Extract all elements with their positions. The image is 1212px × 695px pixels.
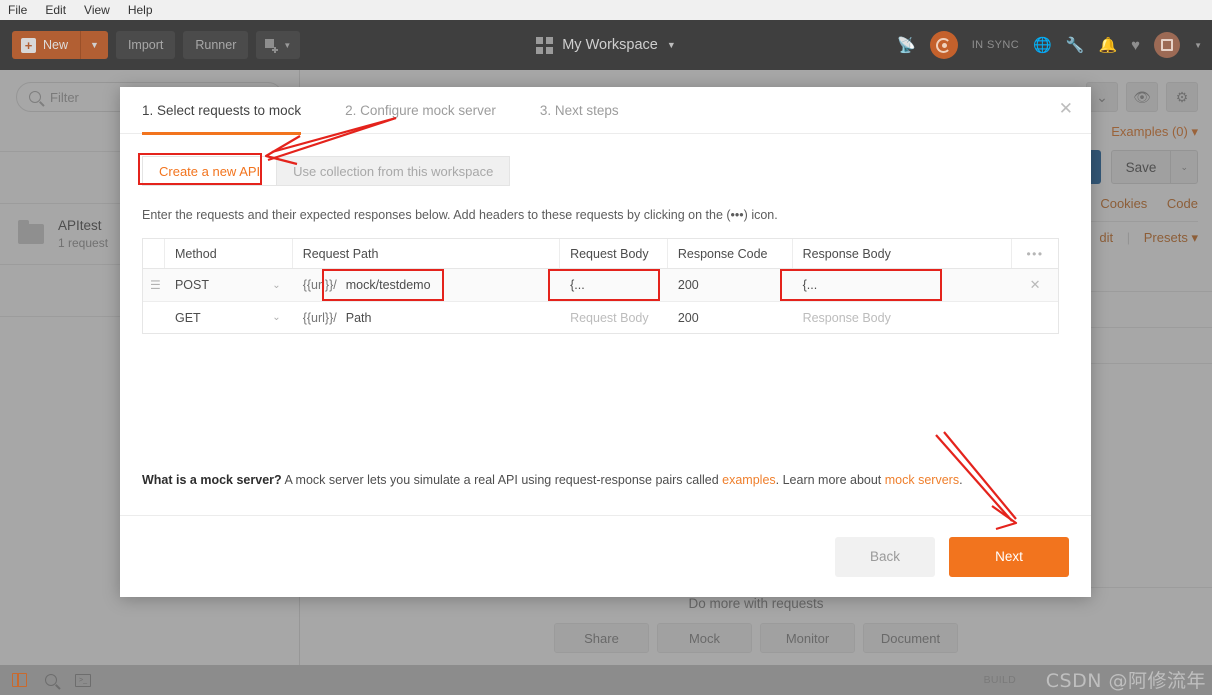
wrench-icon[interactable]: 🔧 [1066, 38, 1085, 53]
search-icon[interactable] [45, 674, 57, 686]
tab-step-3[interactable]: 3. Next steps [540, 87, 619, 134]
top-toolbar: + New ▼ Import Runner ▼ My Workspace ▼ 📡… [0, 20, 1212, 70]
url-prefix: {{url}}/ [302, 310, 337, 325]
dialog-stepper: 1. Select requests to mock 2. Configure … [120, 87, 1091, 135]
dialog-footer: Back Next [120, 515, 1091, 597]
source-toggle: Create a new API Use collection from thi… [142, 156, 1069, 186]
help-text: Enter the requests and their expected re… [142, 208, 778, 222]
mock-info-question: What is a mock server? [142, 473, 282, 487]
method-value: POST [174, 278, 209, 292]
back-button[interactable]: Back [835, 536, 935, 577]
mock-info-text-1: A mock server lets you simulate a real A… [281, 473, 723, 487]
heart-icon[interactable]: ♥ [1131, 38, 1140, 53]
new-window-icon [265, 39, 279, 53]
avatar-icon[interactable] [1154, 32, 1181, 58]
new-window-button[interactable]: ▼ [256, 31, 301, 59]
ellipsis-icon[interactable]: ••• [1012, 239, 1058, 268]
response-body-input[interactable]: {... [793, 269, 1013, 301]
url-prefix: {{url}}/ [302, 278, 337, 292]
method-value: GET [174, 310, 201, 325]
globe-icon[interactable]: 🌐 [1033, 38, 1052, 53]
status-bar-icons: >_ [0, 673, 91, 687]
table-header-request-body: Request Body [560, 239, 668, 268]
close-icon[interactable]: ✕ [1059, 100, 1073, 117]
table-row[interactable]: ☰ POST ⌄ {{url}}/ mock/testdemo {... 200… [143, 269, 1058, 301]
console-icon[interactable]: >_ [75, 673, 91, 687]
create-new-api-button[interactable]: Create a new API [142, 156, 277, 186]
app-root: File Edit View Help + New ▼ Import Runne… [0, 0, 1212, 695]
table-header-drag [143, 239, 165, 268]
chevron-down-icon[interactable]: ▼ [1194, 41, 1202, 50]
toolbar-right-group: 📡 IN SYNC 🌐 🔧 🔔 ♥ ▼ [897, 20, 1202, 70]
menu-help[interactable]: Help [128, 3, 153, 17]
mock-servers-link[interactable]: mock servers [885, 473, 959, 487]
chevron-down-icon: ▼ [283, 40, 292, 50]
runner-button[interactable]: Runner [183, 31, 249, 59]
examples-link[interactable]: examples [722, 473, 776, 487]
mock-server-dialog: 1. Select requests to mock 2. Configure … [120, 87, 1091, 597]
request-path-input[interactable]: {{url}}/ Path [293, 302, 560, 333]
chevron-down-icon[interactable]: ▼ [80, 31, 108, 59]
plus-icon: + [21, 37, 36, 53]
use-collection-button[interactable]: Use collection from this workspace [276, 156, 511, 186]
menu-view[interactable]: View [84, 3, 110, 17]
table-header-row: Method Request Path Request Body Respons… [143, 239, 1058, 269]
workspace-name: My Workspace [562, 37, 658, 53]
bell-icon[interactable]: 🔔 [1098, 38, 1117, 53]
new-button[interactable]: + New ▼ [12, 31, 108, 59]
close-icon: ✕ [1029, 277, 1041, 292]
mock-info-text-2: . Learn more about [775, 473, 885, 487]
request-body-input[interactable]: {... [560, 269, 668, 301]
mock-server-info: What is a mock server? A mock server let… [142, 473, 963, 487]
table-header-method: Method [165, 239, 293, 268]
table-header-response-code: Response Code [668, 239, 793, 268]
watermark: CSDN @阿修流年 [1045, 670, 1206, 692]
table-header-response-body: Response Body [793, 239, 1013, 268]
dialog-body: Create a new API Use collection from thi… [120, 134, 1091, 334]
mock-info-text-3: . [959, 473, 963, 487]
grid-icon [536, 36, 554, 54]
status-bar: >_ BUILD CSDN @阿修流年 [0, 665, 1212, 695]
sync-status-label: IN SYNC [971, 39, 1020, 51]
tab-step-1[interactable]: 1. Select requests to mock [142, 87, 302, 135]
request-body-input[interactable]: Request Body [560, 302, 668, 333]
chevron-down-icon: ▼ [666, 40, 676, 50]
next-button[interactable]: Next [949, 536, 1069, 577]
request-path-placeholder: Path [345, 310, 372, 325]
chevron-down-icon: ⌄ [272, 279, 281, 291]
requests-table: Method Request Path Request Body Respons… [142, 238, 1059, 334]
menu-file[interactable]: File [8, 3, 27, 17]
workspace-switcher[interactable]: My Workspace ▼ [536, 36, 676, 54]
table-row[interactable]: GET ⌄ {{url}}/ Path Request Body 200 Res… [143, 301, 1058, 333]
method-select[interactable]: GET ⌄ [165, 302, 293, 333]
row-actions-placeholder [1012, 302, 1058, 333]
sidebar-toggle-icon[interactable] [12, 673, 27, 687]
drag-handle-icon[interactable]: ☰ [143, 269, 165, 301]
menu-edit[interactable]: Edit [45, 3, 66, 17]
delete-row-button[interactable]: ✕ [1012, 269, 1058, 301]
request-path-input[interactable]: {{url}}/ mock/testdemo [293, 269, 560, 301]
method-select[interactable]: POST ⌄ [165, 269, 293, 301]
request-path-value: mock/testdemo [345, 278, 431, 292]
chevron-down-icon: ⌄ [272, 312, 281, 323]
table-header-request-path: Request Path [293, 239, 561, 268]
drag-handle-placeholder [143, 302, 165, 333]
new-button-label: New [43, 38, 69, 52]
response-body-input[interactable]: Response Body [793, 302, 1013, 333]
menubar: File Edit View Help [0, 0, 1212, 20]
antenna-icon[interactable]: 📡 [897, 38, 916, 53]
sync-orbit-icon[interactable] [929, 31, 958, 59]
build-label: BUILD [983, 674, 1016, 686]
response-code-input[interactable]: 200 [668, 302, 793, 333]
response-code-input[interactable]: 200 [668, 269, 793, 301]
tab-step-2[interactable]: 2. Configure mock server [345, 87, 496, 134]
import-button[interactable]: Import [115, 31, 176, 59]
toolbar-left-group: + New ▼ Import Runner ▼ [0, 31, 301, 59]
